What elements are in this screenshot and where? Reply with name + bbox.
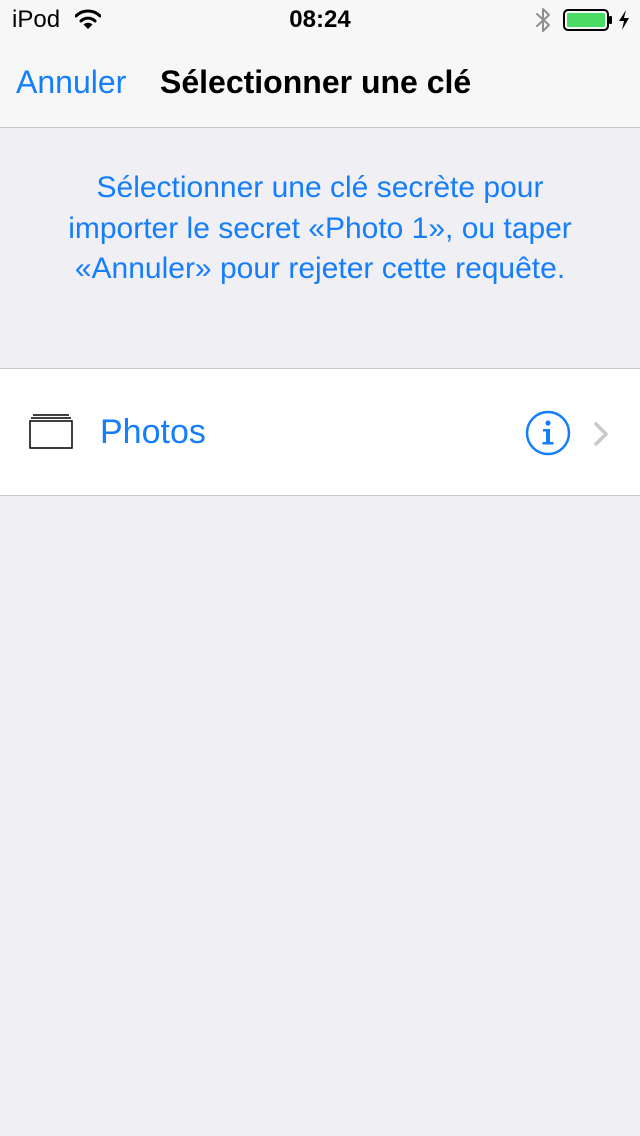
top-bar: iPod 08:24 Annuler Sélectionner une clé [0,0,640,128]
navigation-bar: Annuler Sélectionner une clé [0,40,640,128]
bluetooth-icon [536,8,550,32]
chevron-right-icon [594,422,608,446]
status-bar: iPod 08:24 [0,0,640,40]
list-item-photos[interactable]: Photos [0,368,640,496]
instruction-message: Sélectionner une clé secrète pour import… [68,171,572,285]
list-item-label: Photos [100,413,206,451]
folder-icon [29,414,73,449]
page-title: Sélectionner une clé [160,64,472,100]
battery-icon [563,9,612,31]
charging-bolt-icon [619,10,629,30]
cancel-button[interactable]: Annuler [16,64,126,101]
info-icon[interactable] [525,410,571,456]
